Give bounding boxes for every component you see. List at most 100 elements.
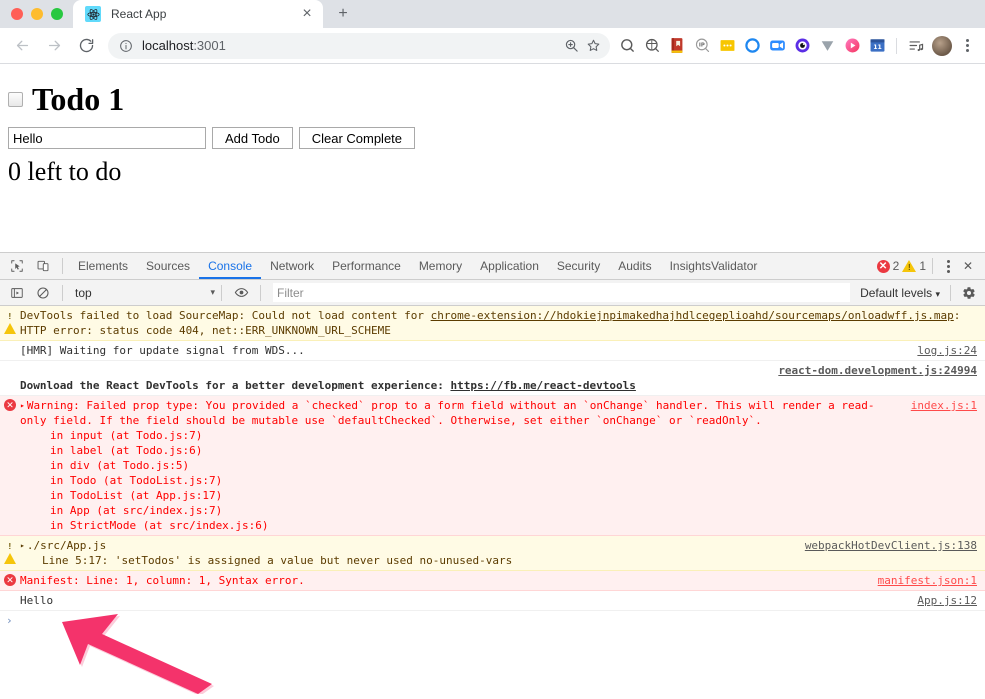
console-settings-icon[interactable] — [957, 282, 981, 304]
browser-menu-icon[interactable] — [957, 36, 977, 56]
zoom-window-button[interactable] — [51, 8, 63, 20]
tab-sources[interactable]: Sources — [137, 253, 199, 279]
close-tab-icon[interactable]: × — [299, 5, 315, 22]
console-message-eslint-warning[interactable]: webpackHotDevClient.js:138 ▸./src/App.js… — [0, 536, 985, 571]
tab-memory[interactable]: Memory — [410, 253, 471, 279]
message-text: DevTools failed to load SourceMap: Could… — [20, 309, 960, 337]
console-message-proptype-warning[interactable]: ✕ index.js:1 ▸ Warning: Failed prop type:… — [0, 396, 985, 536]
grammarly-extension-icon[interactable] — [741, 35, 763, 57]
message-source-link[interactable]: App.js:12 — [917, 593, 977, 608]
clear-complete-button[interactable]: Clear Complete — [298, 127, 416, 150]
tab-security[interactable]: Security — [548, 253, 609, 279]
window-traffic-lights — [0, 0, 73, 28]
reading-list-icon[interactable] — [905, 35, 927, 57]
extension-toolbar: IP 11 — [616, 35, 977, 57]
stack-line: in div (at Todo.js:5) — [50, 459, 190, 472]
reload-button[interactable] — [72, 32, 100, 60]
zoom-in-icon[interactable] — [560, 35, 582, 57]
console-message-manifest-error[interactable]: ✕ manifest.json:1 Manifest: Line: 1, col… — [0, 571, 985, 591]
devtools-more-icon[interactable] — [939, 256, 957, 276]
devtools-close-icon[interactable]: ✕ — [957, 255, 979, 277]
component-stack: in input (at Todo.js:7) in label (at Tod… — [20, 428, 977, 533]
tab-network[interactable]: Network — [261, 253, 323, 279]
new-tab-button[interactable]: + — [329, 0, 357, 28]
warning-count: 1 — [919, 259, 926, 273]
tab-elements[interactable]: Elements — [69, 253, 137, 279]
inspect-element-icon[interactable] — [4, 254, 30, 278]
message-source-link[interactable]: manifest.json:1 — [878, 573, 977, 588]
context-divider — [221, 284, 222, 301]
clear-console-icon[interactable] — [30, 281, 56, 305]
console-context-selector[interactable]: top ▾ — [75, 286, 215, 300]
toolbar-divider — [896, 37, 897, 54]
error-icon: ✕ — [4, 399, 16, 411]
todo-count-text: 0 left to do — [8, 157, 122, 187]
message-text: ./src/App.js — [26, 539, 107, 552]
quetext-extension-icon[interactable] — [616, 35, 638, 57]
device-toolbar-icon[interactable] — [30, 254, 56, 278]
add-todo-button[interactable]: Add Todo — [212, 127, 293, 150]
tab-performance[interactable]: Performance — [323, 253, 410, 279]
sourcemap-link[interactable]: chrome-extension://hdokiejnpimakedhajhdl… — [431, 309, 954, 322]
console-message-hmr[interactable]: log.js:24 [HMR] Waiting for update signa… — [0, 341, 985, 361]
react-devtools-link[interactable]: https://fb.me/react-devtools — [450, 379, 635, 392]
svg-text:IP: IP — [698, 43, 704, 49]
warning-badge-icon: ! — [902, 260, 917, 272]
url-host: localhost — [142, 38, 194, 53]
todo-item[interactable]: Todo 1 — [8, 81, 977, 117]
back-button[interactable] — [8, 32, 36, 60]
message-source-link[interactable]: log.js:24 — [917, 343, 977, 358]
zoom-meeting-extension-icon[interactable] — [766, 35, 788, 57]
eye-dropper-extension-icon[interactable] — [791, 35, 813, 57]
ip-lookup-extension-icon[interactable]: IP — [691, 35, 713, 57]
forward-button[interactable] — [40, 32, 68, 60]
expand-triangle-icon[interactable]: ▸ — [20, 538, 25, 553]
minimize-window-button[interactable] — [31, 8, 43, 20]
chevron-down-icon: ▾ — [935, 288, 940, 299]
address-bar[interactable]: localhost:3001 — [108, 32, 610, 59]
browser-tabstrip: React App × + — [0, 0, 985, 28]
devtools-issue-badges[interactable]: ✕ 2 ! 1 — [876, 259, 926, 273]
tab-insightsvalidator[interactable]: InsightsValidator — [661, 253, 767, 279]
todo-checkbox[interactable] — [8, 92, 23, 108]
url-port: :3001 — [193, 38, 226, 53]
console-message-hello-log[interactable]: App.js:12 Hello — [0, 591, 985, 611]
todo-text-input[interactable] — [8, 127, 206, 150]
console-message-react-devtools[interactable]: react-dom.development.js:24994 Download … — [0, 361, 985, 396]
console-prompt[interactable]: › — [0, 611, 985, 629]
stack-line: in label (at Todo.js:6) — [50, 444, 203, 457]
loom-extension-icon[interactable] — [641, 35, 663, 57]
prompt-chevron-icon: › — [6, 614, 13, 627]
console-sidebar-icon[interactable] — [4, 281, 30, 305]
error-icon: ✕ — [4, 574, 16, 586]
profile-avatar[interactable] — [932, 35, 952, 56]
message-text-before: Download the React DevTools for a better… — [20, 379, 451, 392]
tab-application[interactable]: Application — [471, 253, 548, 279]
message-source-link[interactable]: webpackHotDevClient.js:138 — [805, 538, 977, 553]
console-message-warning-sourcemap[interactable]: DevTools failed to load SourceMap: Could… — [0, 306, 985, 341]
console-filter-input[interactable] — [273, 283, 851, 302]
tab-console[interactable]: Console — [199, 253, 262, 279]
live-expression-icon[interactable] — [228, 281, 254, 305]
expand-triangle-icon[interactable]: ▸ — [20, 398, 25, 413]
console-message-list[interactable]: DevTools failed to load SourceMap: Could… — [0, 306, 985, 694]
message-source-link[interactable]: index.js:1 — [911, 398, 977, 413]
vimeo-extension-icon[interactable] — [816, 35, 838, 57]
video-player-extension-icon[interactable] — [841, 35, 863, 57]
browser-window: React App × + localhost:3001 IP 11 Todo … — [0, 0, 985, 696]
star-icon[interactable] — [582, 35, 604, 57]
warning-icon — [4, 539, 16, 564]
tab-audits[interactable]: Audits — [609, 253, 660, 279]
honey-extension-icon[interactable] — [716, 35, 738, 57]
console-levels-selector[interactable]: Default levels ▾ — [856, 286, 944, 300]
devtools-tabbar: Elements Sources Console Network Perform… — [0, 253, 985, 280]
eye-divider — [260, 284, 261, 301]
tabbar-divider — [62, 258, 63, 274]
calendar-extension-icon[interactable]: 11 — [866, 35, 888, 57]
message-source-link[interactable]: react-dom.development.js:24994 — [778, 364, 977, 377]
page-info-icon[interactable] — [118, 38, 134, 54]
dictionary-extension-icon[interactable] — [666, 35, 688, 57]
stack-line: in TodoList (at App.js:17) — [50, 489, 223, 502]
browser-tab[interactable]: React App × — [73, 0, 323, 28]
close-window-button[interactable] — [11, 8, 23, 20]
